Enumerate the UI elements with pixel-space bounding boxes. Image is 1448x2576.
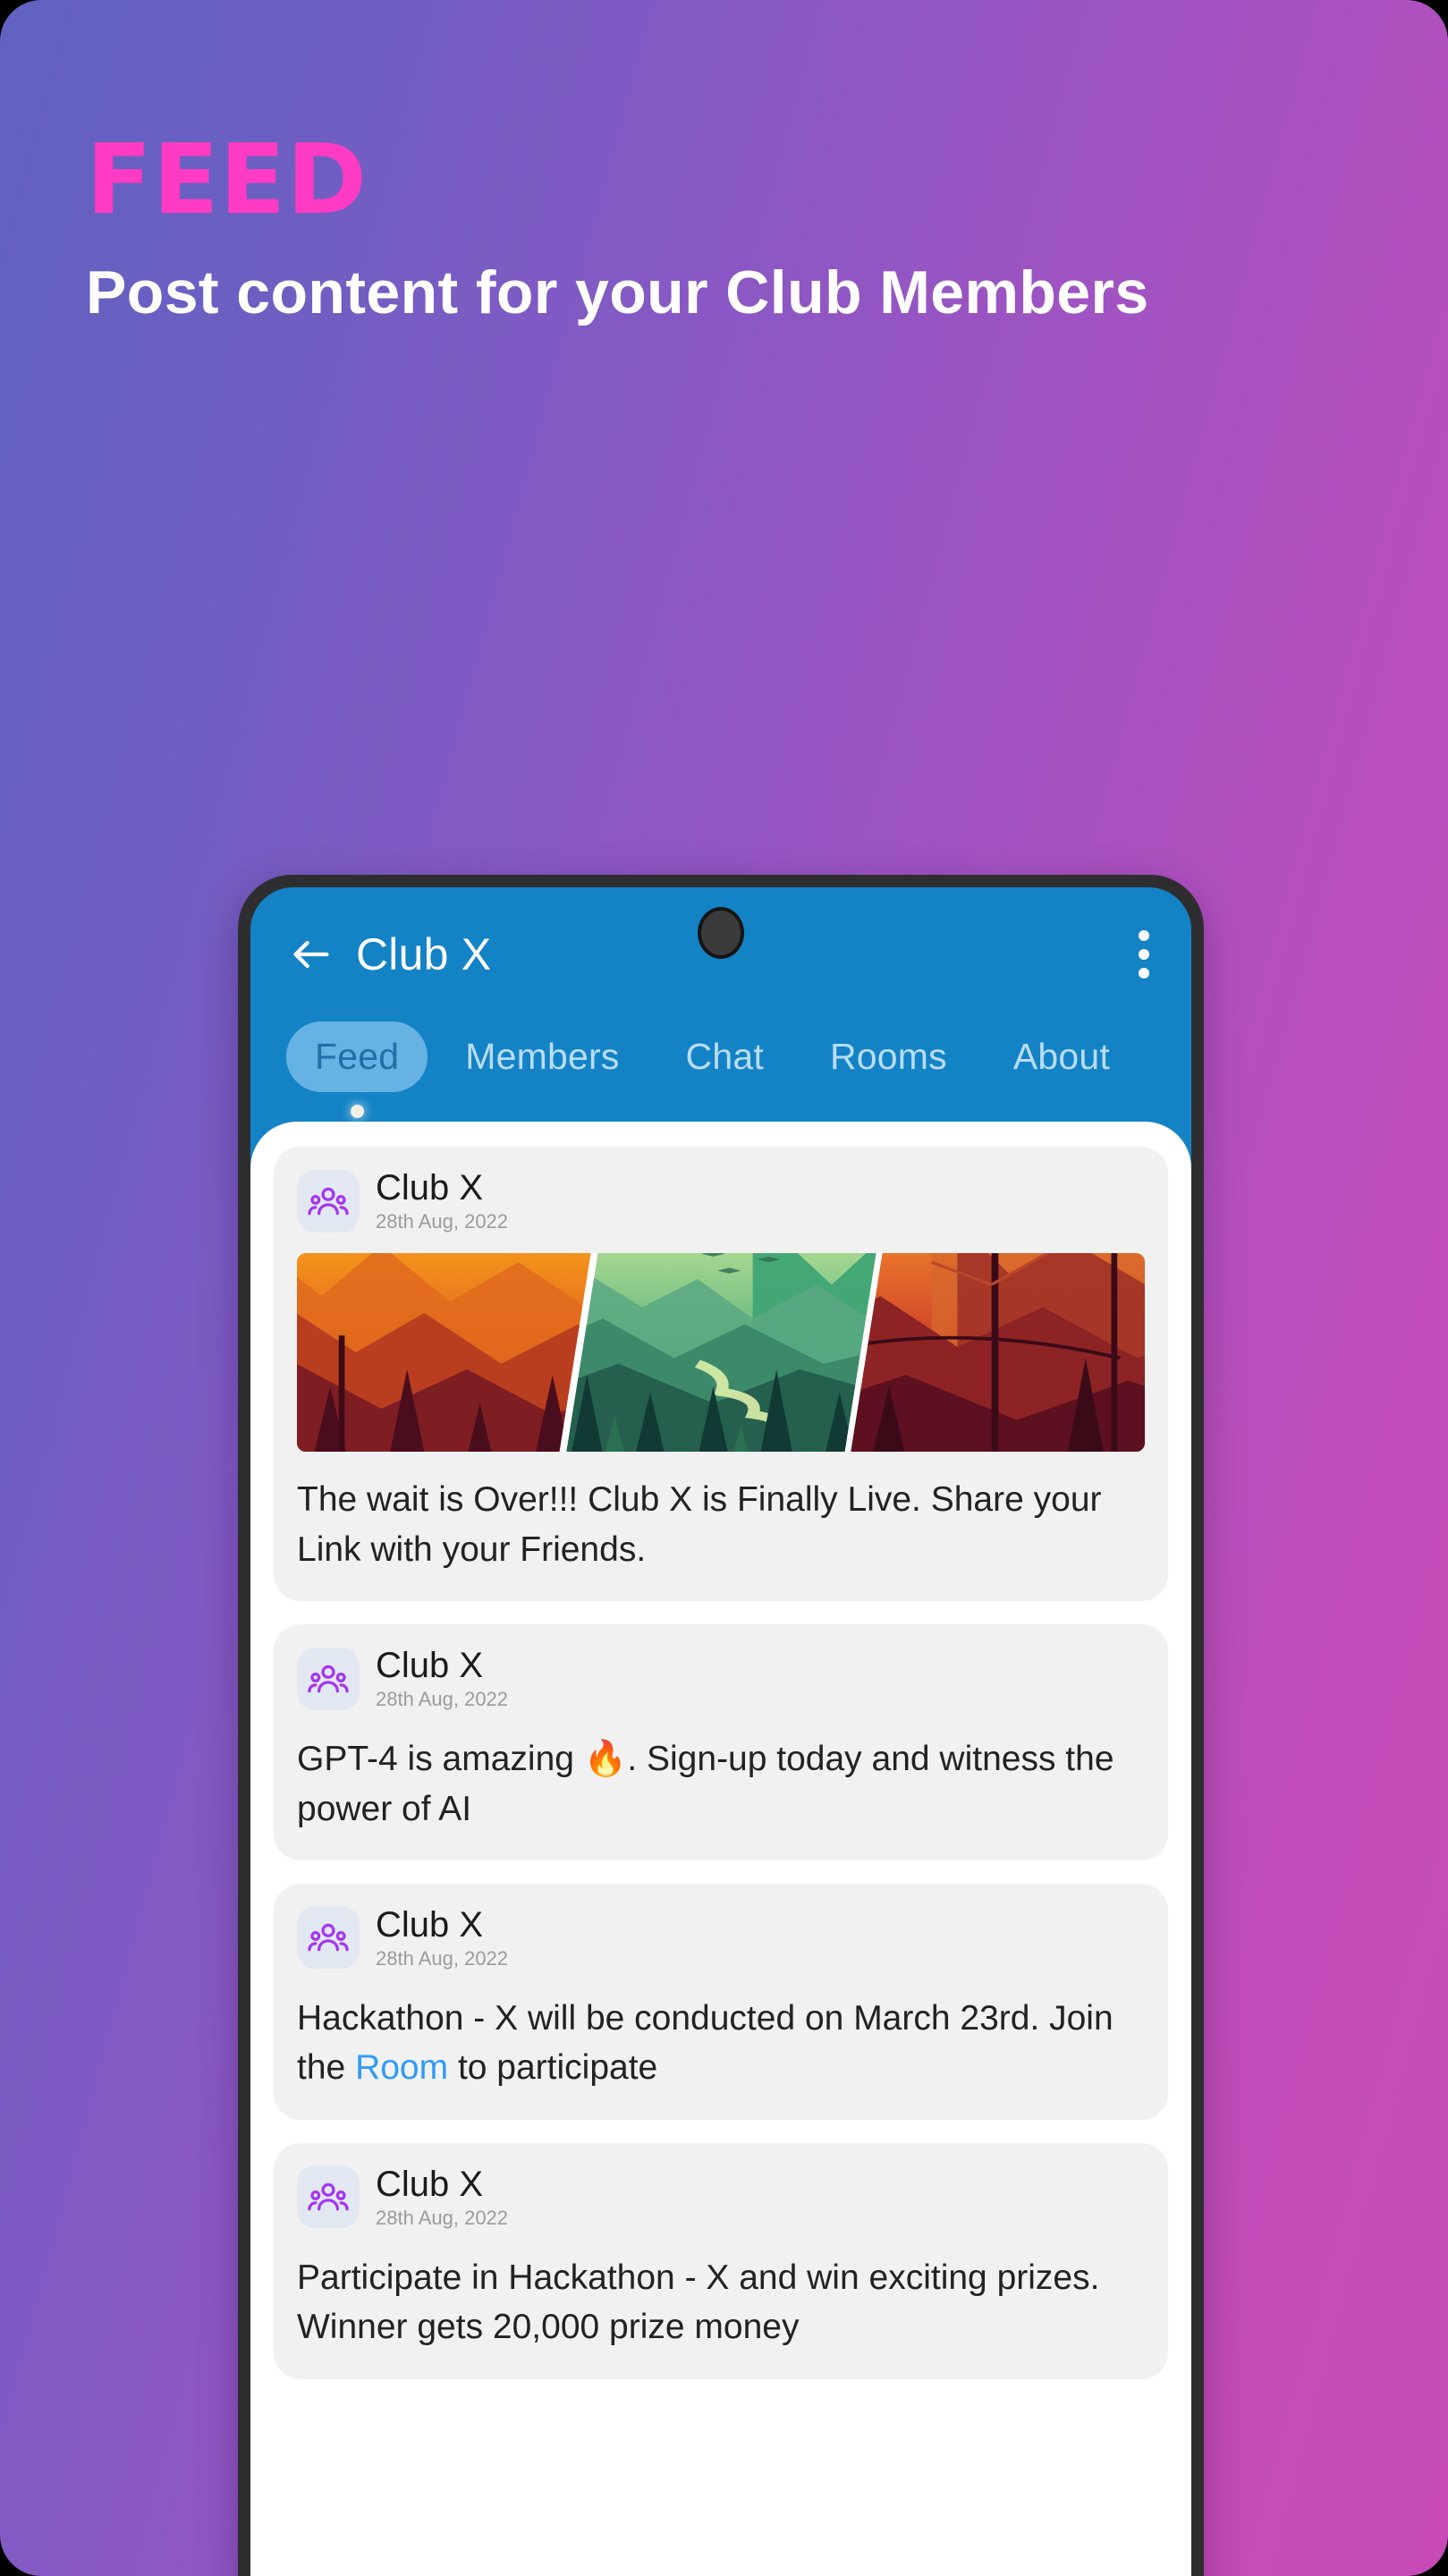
- tab-label: Rooms: [829, 1036, 947, 1077]
- tab-members[interactable]: Members: [436, 1021, 648, 1118]
- post-card[interactable]: Club X 28th Aug, 2022 Participate in Hacka…: [274, 2142, 1168, 2379]
- collage-artwork: [851, 1253, 1145, 1453]
- people-group-icon: [308, 1665, 349, 1692]
- red-canyon-illustration[interactable]: [851, 1253, 1145, 1453]
- post-author: Club X: [376, 1904, 484, 1945]
- post-date: 28th Aug, 2022: [376, 2206, 509, 2229]
- post-card[interactable]: Club X 28th Aug, 2022 Hackathon - X will b…: [274, 1883, 1168, 2120]
- post-date: 28th Aug, 2022: [376, 1946, 509, 1970]
- tab-about[interactable]: About: [985, 1021, 1139, 1118]
- post-header: Club X 28th Aug, 2022: [297, 2165, 1145, 2230]
- post-meta: Club X 28th Aug, 2022: [376, 1905, 508, 1970]
- phone-device-frame: Club X Feed Members Chat Rooms About Clu…: [238, 875, 1204, 2576]
- post-date: 28th Aug, 2022: [376, 1209, 509, 1233]
- app-bar-title: Club X: [356, 929, 492, 979]
- post-author: Club X: [376, 2164, 484, 2204]
- tab-active-indicator-dot: [350, 1105, 364, 1118]
- post-header: Club X 28th Aug, 2022: [297, 1168, 1145, 1233]
- avatar[interactable]: [297, 1906, 360, 1970]
- promo-screenshot-root: FEED Post content for your Club Members …: [0, 0, 1448, 2576]
- post-text: GPT-4 is amazing 🔥. Sign-up today and wi…: [297, 1734, 1145, 1834]
- collage-artwork: [297, 1253, 591, 1453]
- post-author: Club X: [376, 1645, 484, 1685]
- phone-screen: Club X Feed Members Chat Rooms About Clu…: [250, 887, 1191, 2576]
- post-header: Club X 28th Aug, 2022: [297, 1646, 1145, 1711]
- promo-kicker: FEED: [86, 124, 368, 236]
- avatar[interactable]: [297, 1169, 360, 1233]
- overflow-dot: [1139, 930, 1149, 941]
- post-date: 28th Aug, 2022: [376, 1687, 509, 1710]
- tab-feed[interactable]: Feed: [286, 1021, 428, 1118]
- overflow-menu-icon[interactable]: [1129, 919, 1159, 989]
- post-text-segment: The wait is Over!!! Club X is Finally Li…: [297, 1480, 1102, 1569]
- people-group-icon: [308, 1924, 349, 1952]
- post-image-collage[interactable]: [297, 1253, 1145, 1453]
- post-card[interactable]: Club X 28th Aug, 2022 GPT-4 is amazing 🔥. …: [274, 1623, 1168, 1860]
- tab-rooms[interactable]: Rooms: [801, 1021, 976, 1118]
- post-meta: Club X 28th Aug, 2022: [376, 2165, 508, 2230]
- post-meta: Club X 28th Aug, 2022: [376, 1646, 508, 1711]
- overflow-dot: [1139, 968, 1149, 979]
- tab-chat[interactable]: Chat: [657, 1021, 792, 1118]
- feed-panel[interactable]: Club X 28th Aug, 2022 The wait is Over!!…: [250, 1122, 1191, 2576]
- avatar[interactable]: [297, 1647, 360, 1710]
- green-valley-illustration[interactable]: [566, 1253, 876, 1453]
- post-text-segment: to participate: [448, 2048, 658, 2088]
- orange-forest-illustration[interactable]: [297, 1253, 591, 1453]
- post-card[interactable]: Club X 28th Aug, 2022 The wait is Over!!…: [274, 1147, 1168, 1601]
- tab-label: Chat: [685, 1036, 764, 1077]
- tab-label: About: [1012, 1036, 1110, 1077]
- camera-punch-hole: [698, 907, 744, 959]
- post-header: Club X 28th Aug, 2022: [297, 1905, 1145, 1970]
- people-group-icon: [308, 1187, 349, 1216]
- tab-label: Feed: [286, 1021, 428, 1092]
- post-author: Club X: [376, 1168, 484, 1208]
- post-inline-link[interactable]: Room: [355, 2048, 448, 2087]
- promo-headline-block: FEED Post content for your Club Members: [86, 132, 1159, 334]
- back-arrow-icon[interactable]: [288, 931, 334, 978]
- avatar[interactable]: [297, 2165, 360, 2229]
- post-text-segment: GPT-4 is amazing 🔥. Sign-up today and wi…: [297, 1740, 1114, 1828]
- post-text-segment: Participate in Hackathon - X and win exc…: [297, 2258, 1100, 2347]
- tab-label: Members: [465, 1036, 620, 1077]
- post-text: Hackathon - X will be conducted on March…: [297, 1994, 1145, 2093]
- collage-artwork: [566, 1253, 876, 1453]
- post-text: Participate in Hackathon - X and win exc…: [297, 2253, 1145, 2352]
- post-meta: Club X 28th Aug, 2022: [376, 1168, 508, 1233]
- post-text: The wait is Over!!! Club X is Finally Li…: [297, 1475, 1145, 1574]
- people-group-icon: [308, 2183, 349, 2211]
- promo-subtitle: Post content for your Club Members: [86, 258, 1149, 326]
- overflow-dot: [1139, 949, 1149, 960]
